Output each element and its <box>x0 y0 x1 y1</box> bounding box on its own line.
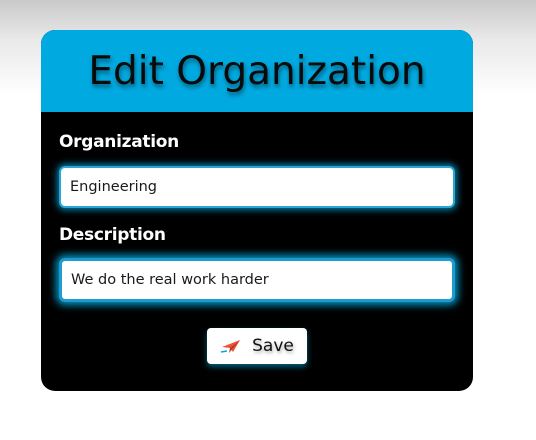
description-input[interactable] <box>59 258 455 302</box>
edit-organization-card: Edit Organization Organization Descripti… <box>41 30 473 391</box>
card-header: Edit Organization <box>41 30 473 112</box>
page-title: Edit Organization <box>88 48 426 94</box>
description-label: Description <box>59 225 166 245</box>
save-button[interactable]: Save <box>207 328 307 364</box>
organization-input[interactable] <box>59 166 455 208</box>
send-icon <box>220 338 242 354</box>
organization-label: Organization <box>59 132 179 152</box>
save-label: Save <box>252 336 294 356</box>
